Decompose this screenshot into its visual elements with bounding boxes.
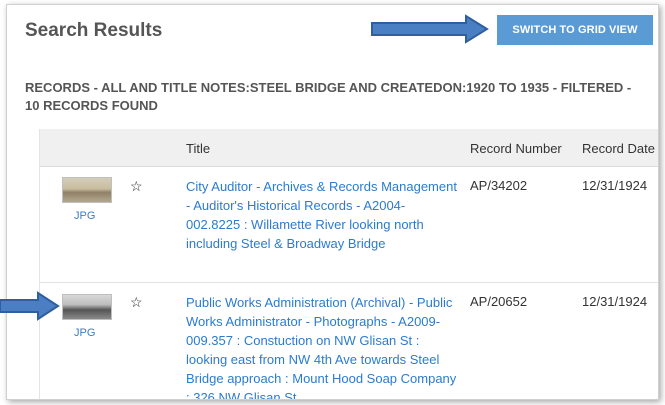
table-row: JPG ☆ Public Works Administration (Archi…: [40, 283, 658, 399]
table-header: Title Record Number Record Date: [40, 129, 658, 167]
record-thumbnail[interactable]: [62, 177, 112, 203]
switch-to-grid-view-button[interactable]: SWITCH TO GRID VIEW: [497, 15, 653, 45]
annotation-arrow-icon: [371, 14, 489, 44]
record-number: AP/20652: [470, 294, 528, 309]
record-thumbnail[interactable]: [62, 294, 112, 320]
favorite-star-icon[interactable]: ☆: [130, 178, 143, 195]
annotation-arrow-shape: [0, 291, 60, 321]
favorite-star-icon[interactable]: ☆: [130, 294, 143, 311]
search-results-panel: Search Results SWITCH TO GRID VIEW RECOR…: [6, 4, 659, 400]
results-table: Title Record Number Record Date JPG ☆ Ci…: [39, 129, 658, 399]
column-header-record-number[interactable]: Record Number: [470, 141, 562, 156]
table-row: JPG ☆ City Auditor - Archives & Records …: [40, 167, 658, 283]
file-type-label[interactable]: JPG: [74, 210, 95, 222]
record-date: 12/31/1924: [582, 178, 648, 193]
column-header-title[interactable]: Title: [186, 141, 210, 156]
record-title-link[interactable]: Public Works Administration (Archival) -…: [186, 293, 458, 399]
record-date: 12/31/1924: [582, 294, 648, 309]
column-header-record-date[interactable]: Record Date: [582, 141, 655, 156]
search-summary: RECORDS - ALL AND TITLE NOTES:STEEL BRID…: [25, 80, 632, 113]
annotation-arrow-icon: [0, 291, 60, 321]
file-type-label[interactable]: JPG: [74, 327, 95, 339]
record-number: AP/34202: [470, 178, 528, 193]
record-title-link[interactable]: City Auditor - Archives & Records Manage…: [186, 177, 458, 253]
page-title: Search Results: [25, 20, 163, 41]
annotation-arrow-shape: [371, 14, 489, 44]
